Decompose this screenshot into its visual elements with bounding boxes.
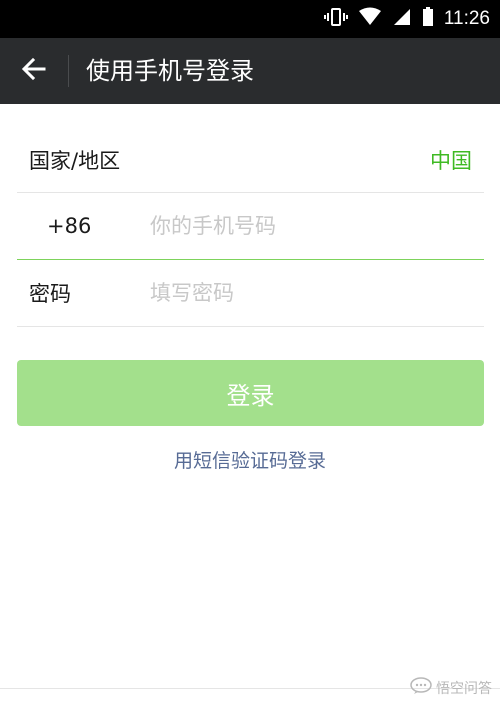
- country-code: +86: [47, 214, 92, 238]
- watermark: 悟空问答: [410, 676, 492, 700]
- country-row[interactable]: 国家/地区 中国: [17, 128, 484, 193]
- battery-icon: [422, 7, 434, 31]
- back-arrow-icon: [21, 56, 47, 86]
- password-row: 密码: [17, 260, 484, 327]
- phone-row: +86: [17, 193, 484, 260]
- back-button[interactable]: [12, 49, 56, 93]
- sms-login-link[interactable]: 用短信验证码登录: [0, 446, 500, 473]
- app-bar-divider: [68, 55, 69, 87]
- page-title: 使用手机号登录: [86, 57, 254, 85]
- signal-icon: [392, 7, 412, 31]
- status-time: 11:26: [443, 8, 490, 29]
- watermark-text: 悟空问答: [436, 681, 492, 697]
- vibrate-icon: [323, 7, 348, 31]
- country-label: 国家/地区: [29, 149, 121, 173]
- chat-bubble-icon: [410, 677, 432, 699]
- login-button[interactable]: 登录: [17, 360, 484, 426]
- phone-input[interactable]: [150, 193, 470, 259]
- country-value[interactable]: 中国: [430, 128, 472, 192]
- status-bar: 11:26: [0, 0, 500, 38]
- password-input[interactable]: [150, 260, 470, 326]
- wifi-icon: [358, 7, 382, 31]
- app-bar: 使用手机号登录: [0, 38, 500, 104]
- password-label: 密码: [29, 282, 71, 306]
- status-icons: 11:26: [323, 0, 490, 38]
